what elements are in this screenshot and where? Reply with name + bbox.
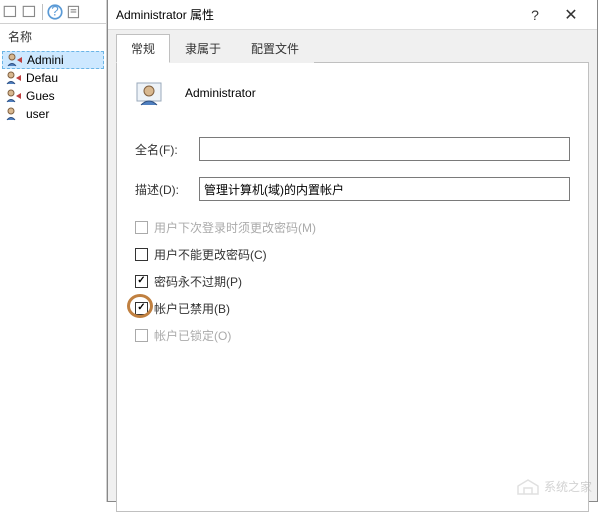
properties-dialog: Administrator 属性 ? ✕ 常规 隶属于 配置文件 Adminis…	[107, 0, 598, 502]
user-icon	[7, 53, 23, 67]
description-row: 描述(D):	[135, 177, 570, 201]
check-account-locked-row[interactable]: 帐户已锁定(O)	[135, 327, 570, 344]
list-item[interactable]: Gues	[2, 87, 104, 105]
dialog-title: Administrator 属性	[116, 6, 517, 23]
properties-icon[interactable]	[65, 3, 83, 21]
checkbox-icon	[135, 221, 148, 234]
titlebar[interactable]: Administrator 属性 ? ✕	[108, 0, 597, 30]
svg-text:?: ?	[51, 3, 59, 18]
check-label: 帐户已锁定(O)	[154, 327, 231, 344]
close-button[interactable]: ✕	[553, 5, 589, 25]
mmc-left-panel: ? 名称 Admini Defau Gues user	[0, 0, 107, 502]
description-label: 描述(D):	[135, 181, 199, 198]
check-label: 密码永不过期(P)	[154, 273, 242, 290]
item-label: Defau	[26, 71, 58, 85]
user-icon	[6, 89, 22, 103]
fullname-row: 全名(F):	[135, 137, 570, 161]
list-item[interactable]: user	[2, 105, 104, 123]
column-header[interactable]: 名称	[0, 24, 106, 49]
user-avatar-icon	[135, 77, 167, 109]
list-item[interactable]: Defau	[2, 69, 104, 87]
tab-profile[interactable]: 配置文件	[236, 34, 314, 63]
checkbox-icon	[135, 275, 148, 288]
tab-general[interactable]: 常规	[116, 34, 170, 63]
checkbox-icon	[135, 302, 148, 315]
toolbar-separator	[42, 4, 43, 20]
check-account-disabled-row[interactable]: 帐户已禁用(B)	[135, 300, 570, 317]
item-label: user	[26, 107, 49, 121]
fullname-input[interactable]	[199, 137, 570, 161]
user-icon	[6, 71, 22, 85]
tab-memberof[interactable]: 隶属于	[170, 34, 236, 63]
list-item-administrator[interactable]: Admini	[2, 51, 104, 69]
description-input[interactable]	[199, 177, 570, 201]
mmc-toolbar: ?	[0, 0, 106, 24]
item-label: Gues	[26, 89, 55, 103]
watermark-text: 系统之家	[544, 478, 592, 495]
user-icon	[6, 107, 22, 121]
check-must-change-row[interactable]: 用户下次登录时须更改密码(M)	[135, 219, 570, 236]
username-text: Administrator	[185, 86, 256, 100]
check-never-expire-row[interactable]: 密码永不过期(P)	[135, 273, 570, 290]
watermark: 系统之家	[516, 476, 592, 496]
check-cannot-change-row[interactable]: 用户不能更改密码(C)	[135, 246, 570, 263]
help-icon[interactable]: ?	[46, 3, 64, 21]
tab-panel-general: Administrator 全名(F): 描述(D): 用户下次登录时须更改密码…	[116, 62, 589, 512]
check-label: 用户下次登录时须更改密码(M)	[154, 219, 316, 236]
user-list: Admini Defau Gues user	[0, 49, 106, 125]
toolbar-icon[interactable]	[2, 3, 20, 21]
fullname-label: 全名(F):	[135, 141, 199, 158]
checkbox-icon	[135, 248, 148, 261]
checkbox-icon	[135, 329, 148, 342]
check-label: 帐户已禁用(B)	[154, 300, 230, 317]
check-label: 用户不能更改密码(C)	[154, 246, 267, 263]
user-header: Administrator	[135, 77, 570, 109]
help-button[interactable]: ?	[517, 7, 553, 23]
item-label: Admini	[27, 53, 64, 67]
checkboxes-group: 用户下次登录时须更改密码(M) 用户不能更改密码(C) 密码永不过期(P) 帐户…	[135, 219, 570, 344]
toolbar-icon[interactable]	[21, 3, 39, 21]
tab-strip: 常规 隶属于 配置文件	[108, 30, 597, 63]
